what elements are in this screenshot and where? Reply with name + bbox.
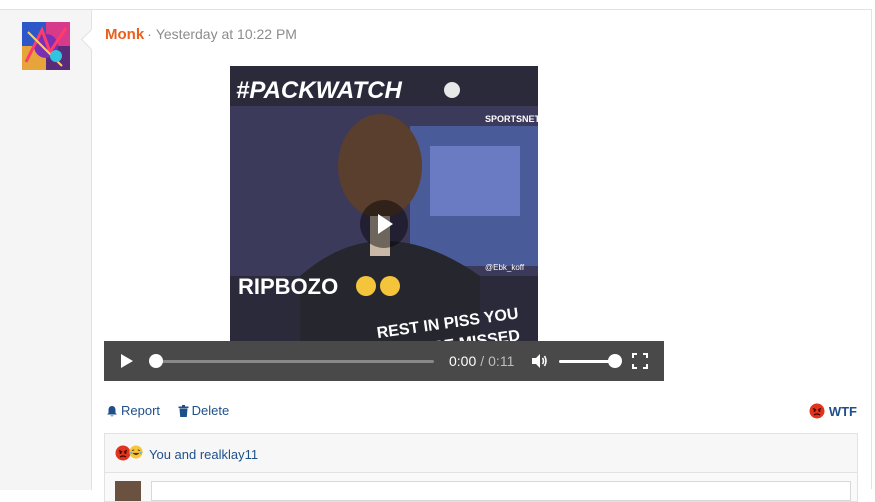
post-actions: Report Delete <box>106 403 243 420</box>
trash-icon <box>178 404 189 417</box>
time-display: 0:00/0:11 <box>449 353 514 369</box>
volume-button[interactable] <box>530 352 548 370</box>
reactions-text[interactable]: You and realklay11 <box>149 447 258 462</box>
overlay-middle-text: RIPBOZO <box>238 274 338 299</box>
laughing-face-icon <box>129 445 143 459</box>
volume-icon <box>532 354 547 368</box>
overlay-top-text: #PACKWATCH <box>236 77 402 104</box>
reply-box <box>104 472 858 502</box>
report-button[interactable]: Report <box>106 403 160 418</box>
progress-track[interactable] <box>156 360 434 363</box>
report-label: Report <box>121 403 161 418</box>
header-separator: · <box>147 26 152 42</box>
overlay-watermark: @Ebk_koff <box>485 263 525 272</box>
avatar[interactable] <box>22 22 70 70</box>
reaction-label: WTF <box>828 403 857 419</box>
volume-track[interactable] <box>559 360 615 363</box>
post-header: Monk · Yesterday at 10:22 PM <box>105 26 297 43</box>
video-thumbnail[interactable]: #PACKWATCH SPORTSNET @Ebk_koff RIPBOZO R… <box>230 66 538 381</box>
progress-knob[interactable] <box>149 354 163 368</box>
bell-icon <box>107 405 117 416</box>
reaction-icons <box>115 445 143 461</box>
reaction-button[interactable]: WTF <box>809 403 857 419</box>
post-timestamp[interactable]: Yesterday at 10:22 PM <box>156 26 297 42</box>
video-controls: 0:00/0:11 <box>104 341 664 381</box>
delete-label: Delete <box>191 403 230 418</box>
reply-input[interactable] <box>151 481 851 501</box>
play-button[interactable] <box>116 351 136 371</box>
post-container: Monk · Yesterday at 10:22 PM #PACKWATCH SP… <box>0 9 872 502</box>
delete-button[interactable]: Delete <box>178 403 230 418</box>
angry-face-icon <box>809 403 825 419</box>
volume-knob[interactable] <box>608 354 622 368</box>
current-time: 0:00 <box>449 353 477 369</box>
username-link[interactable]: Monk <box>105 26 144 43</box>
duration: 0:11 <box>488 353 515 369</box>
play-icon <box>121 354 133 368</box>
fullscreen-icon <box>632 353 648 369</box>
time-separator: / <box>480 353 485 369</box>
user-column <box>0 10 92 490</box>
play-overlay-icon[interactable] <box>360 200 408 248</box>
reactions-bar: You and realklay11 <box>104 433 858 473</box>
fullscreen-button[interactable] <box>632 353 648 369</box>
overlay-brand-text: SPORTSNET <box>485 114 538 124</box>
reply-avatar <box>115 481 141 501</box>
